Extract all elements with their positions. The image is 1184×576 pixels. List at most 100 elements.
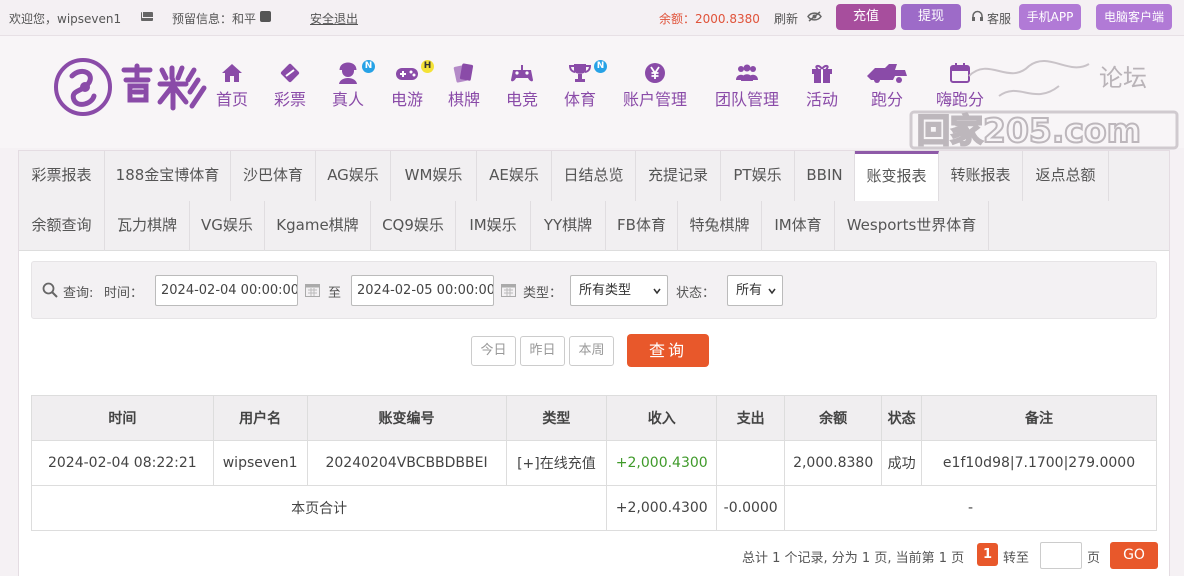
cell-balance: 2,000.8380 <box>784 440 883 486</box>
query-label: 查询: <box>63 286 94 301</box>
nav-card-games[interactable]: 棋牌 <box>447 62 481 110</box>
yesterday-button[interactable]: 昨日 <box>520 336 565 366</box>
tab-wali-cards[interactable]: 瓦力棋牌 <box>105 201 190 251</box>
table-header-row: 时间 用户名 账变编号 类型 收入 支出 余额 状态 备注 <box>31 395 1157 441</box>
tab-transfer-report[interactable]: 转账报表 <box>939 151 1023 201</box>
customer-service-link[interactable]: 客服 <box>987 10 1011 27</box>
current-page-button[interactable]: 1 <box>977 543 998 566</box>
hot-badge: H <box>421 60 434 73</box>
column-header: 时间 <box>31 395 214 441</box>
page-number-input[interactable] <box>1040 542 1082 569</box>
report-panel: 彩票报表 188金宝博体育 沙巴体育 AG娱乐 WM娱乐 AE娱乐 日结总览 充… <box>18 150 1170 576</box>
nav-account-management[interactable]: 账户管理 <box>621 62 689 110</box>
status-select[interactable]: 所有 <box>727 275 783 306</box>
tab-balance-query[interactable]: 余额查询 <box>19 201 105 251</box>
tab-daily-overview[interactable]: 日结总览 <box>552 151 636 201</box>
tab-im-casino[interactable]: IM娱乐 <box>456 201 531 251</box>
reserved-info: 预留信息：和平 <box>172 12 257 26</box>
summary-note: - <box>784 485 1157 531</box>
tab-cq9-casino[interactable]: CQ9娱乐 <box>371 201 456 251</box>
cell-note: e1f10d98|7.1700|279.0000 <box>921 440 1157 486</box>
tab-rebate-total[interactable]: 返点总额 <box>1023 151 1109 201</box>
site-logo[interactable] <box>54 56 210 118</box>
cell-income: +2,000.4300 <box>606 440 718 486</box>
refresh-link[interactable]: 刷新 <box>774 10 798 27</box>
tab-kgame-cards[interactable]: Kgame棋牌 <box>265 201 371 251</box>
tab-188bet-sports[interactable]: 188金宝博体育 <box>105 151 231 201</box>
tab-vg-casino[interactable]: VG娱乐 <box>190 201 265 251</box>
today-button[interactable]: 今日 <box>471 336 516 366</box>
tab-ae-casino[interactable]: AE娱乐 <box>477 151 552 201</box>
to-label: 至 <box>328 286 342 301</box>
chevron-down-icon <box>768 288 776 295</box>
summary-expense: -0.0000 <box>716 485 786 531</box>
headset-icon <box>972 10 983 21</box>
tab-im-sports[interactable]: IM体育 <box>762 201 835 251</box>
nav-esports[interactable]: 电竞 <box>505 62 539 110</box>
tab-wm-casino[interactable]: WM娱乐 <box>391 151 477 201</box>
nav-run-score[interactable]: 跑分 <box>862 62 912 110</box>
summary-row: 本页合计 +2,000.4300 -0.0000 - <box>30 485 1157 531</box>
nav-home[interactable]: 首页 <box>215 62 249 110</box>
home-icon <box>222 64 242 82</box>
calendar-icon[interactable] <box>305 283 320 297</box>
tab-wesports[interactable]: Wesports世界体育 <box>835 201 989 251</box>
tab-tetu-cards[interactable]: 特兔棋牌 <box>678 201 762 251</box>
pc-client-button[interactable]: 电脑客户端 <box>1096 4 1172 30</box>
time-label: 时间： <box>104 286 144 301</box>
cell-time: 2024-02-04 08:22:21 <box>31 440 214 486</box>
withdraw-button[interactable]: 提现 <box>901 4 961 30</box>
this-week-button[interactable]: 本周 <box>569 336 614 366</box>
nav-team-management[interactable]: 团队管理 <box>713 62 781 110</box>
live-dealer-icon <box>339 62 357 84</box>
tab-deposit-withdraw-records[interactable]: 充提记录 <box>636 151 721 201</box>
type-label: 类型： <box>523 286 563 301</box>
start-time-input[interactable]: 2024-02-04 00:00:00 <box>155 275 298 306</box>
page-unit-label: 页 <box>1087 551 1101 566</box>
recharge-button[interactable]: 充值 <box>836 4 896 30</box>
nav-lottery[interactable]: 彩票 <box>273 62 307 110</box>
mobile-app-button[interactable]: 手机APP <box>1019 4 1081 30</box>
account-change-table: 时间 用户名 账变编号 类型 收入 支出 余额 状态 备注 2024-02-04… <box>30 395 1157 531</box>
edit-icon[interactable] <box>260 11 271 22</box>
cell-status: 成功 <box>881 440 923 486</box>
tab-bbin[interactable]: BBIN <box>795 151 855 201</box>
tab-saba-sports[interactable]: 沙巴体育 <box>231 151 316 201</box>
hide-balance-icon[interactable] <box>807 11 822 22</box>
column-header: 余额 <box>784 395 883 441</box>
column-header: 备注 <box>921 395 1157 441</box>
site-watermark: 论坛 回家205.com <box>909 60 1179 150</box>
top-bar: 欢迎您，wipseven1 预留信息：和平 安全退出 余额：2000.8380 … <box>0 0 1184 36</box>
column-header: 类型 <box>505 395 608 441</box>
search-button[interactable]: 查询 <box>627 334 709 367</box>
tab-fb-sports[interactable]: FB体育 <box>606 201 678 251</box>
trophy-icon <box>568 64 592 82</box>
tab-account-change-report[interactable]: 账变报表 <box>855 151 939 201</box>
tab-pt-casino[interactable]: PT娱乐 <box>721 151 795 201</box>
logout-link[interactable]: 安全退出 <box>310 10 358 27</box>
type-select[interactable]: 所有类型 <box>570 275 668 306</box>
running-icon <box>867 64 907 83</box>
nav-sports[interactable]: 体育 N <box>563 60 607 110</box>
nav-promotions[interactable]: 活动 <box>805 62 839 110</box>
nav-slot-games[interactable]: 电游 H <box>390 60 434 110</box>
new-badge: N <box>594 60 607 73</box>
column-header: 账变编号 <box>306 395 507 441</box>
tab-yy-cards[interactable]: YY棋牌 <box>531 201 606 251</box>
column-header: 状态 <box>881 395 923 441</box>
tab-lottery-report[interactable]: 彩票报表 <box>19 151 105 201</box>
end-time-input[interactable]: 2024-02-05 00:00:00 <box>351 275 494 306</box>
report-tabs: 彩票报表 188金宝博体育 沙巴体育 AG娱乐 WM娱乐 AE娱乐 日结总览 充… <box>19 151 1169 251</box>
summary-label: 本页合计 <box>30 485 608 531</box>
tab-ag-casino[interactable]: AG娱乐 <box>316 151 391 201</box>
welcome-text: 欢迎您，wipseven1 <box>9 12 122 26</box>
nav-live-dealer[interactable]: 真人 N <box>331 60 375 110</box>
go-button[interactable]: GO <box>1110 542 1158 569</box>
cell-expense <box>716 440 786 486</box>
mail-icon[interactable] <box>141 12 154 21</box>
pagination-summary: 总计 1 个记录, 分为 1 页, 当前第 1 页 <box>742 551 965 566</box>
column-header: 用户名 <box>212 395 308 441</box>
calendar-icon[interactable] <box>501 283 516 297</box>
goto-label: 转至 <box>1003 551 1030 566</box>
yen-coin-icon <box>645 63 665 83</box>
